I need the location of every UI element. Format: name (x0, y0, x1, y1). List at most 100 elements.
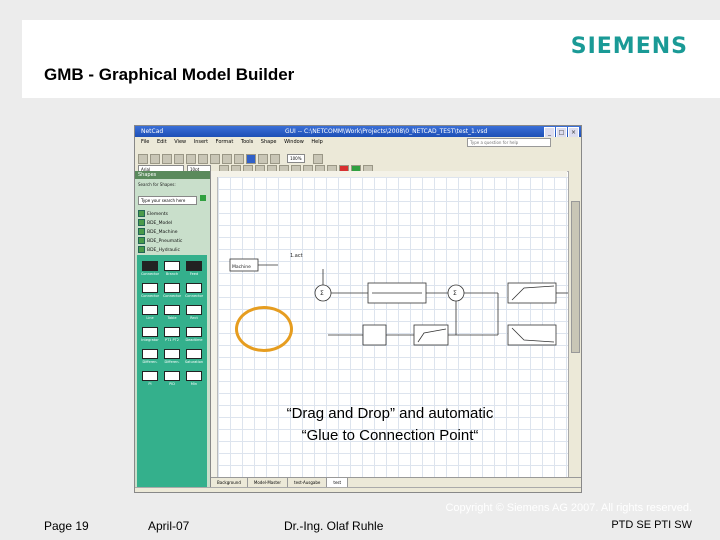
input-block-label: Machine (232, 264, 251, 270)
shape-label: Connector (162, 294, 182, 298)
stencil-label: BDE_Hydraulic (147, 248, 180, 253)
stencil-shape[interactable]: Integrator (140, 327, 160, 343)
shape-icon (164, 349, 180, 359)
stencil-icon (138, 219, 145, 226)
shape-icon (164, 261, 180, 271)
sum-symbol: Σ (320, 290, 324, 297)
stencil-icon (138, 228, 145, 235)
menu-edit[interactable]: Edit (157, 139, 167, 145)
shape-icon (142, 261, 158, 271)
stencil-item[interactable]: BDE_Hydraulic (135, 246, 210, 255)
footer-date: April-07 (148, 519, 190, 533)
shape-label: PT1 PT2 (164, 338, 180, 342)
stencil-shape[interactable]: Differen. (140, 349, 160, 365)
shapes-panel-title: Shapes (135, 171, 210, 179)
document-path: GUI -- C:\NETCOMM\Work\Projects\2008\0_N… (285, 128, 488, 135)
stencil-shape[interactable]: Differen. (162, 349, 182, 365)
stencil-icon (138, 210, 145, 217)
menu-format[interactable]: Format (216, 139, 234, 145)
shape-label: Line (146, 316, 154, 320)
go-search-icon[interactable] (200, 194, 206, 201)
shape-label: Min (190, 382, 198, 386)
scroll-thumb[interactable] (571, 201, 580, 353)
toolbar-row-format: Arial 10pt (138, 159, 375, 175)
shape-label: Connector (184, 294, 204, 298)
stencil-label: BDE_Machine (147, 230, 178, 235)
stencil-item[interactable]: Elements (135, 210, 210, 219)
shape-icon (186, 371, 202, 381)
shape-icon (164, 371, 180, 381)
stencil-shape[interactable]: Deadtime (184, 327, 204, 343)
menu-insert[interactable]: Insert (194, 139, 208, 145)
shape-label: Table (167, 316, 177, 320)
stencil-label: BDE_Model (147, 221, 173, 226)
stencil-shape[interactable]: Min (184, 371, 204, 387)
stencil-shape[interactable]: Table (162, 305, 182, 321)
shape-icon (142, 305, 158, 315)
caption-line-1: “Drag and Drop” and automatic (286, 405, 494, 422)
sum-symbol: Σ (453, 290, 457, 297)
shapes-search-input[interactable]: Type your search here (138, 196, 197, 205)
stencil-item[interactable]: BDE_Machine (135, 228, 210, 237)
menu-file[interactable]: File (141, 139, 149, 145)
toolbar-row-standard: 100% (138, 148, 325, 164)
vertical-scrollbar[interactable] (568, 171, 581, 477)
shape-label: PI (148, 382, 152, 386)
stencil-label: BDE_Pneumatic (147, 239, 183, 244)
menu-view[interactable]: View (174, 139, 186, 145)
stencil-shape[interactable]: Connector (140, 283, 160, 299)
stencil-shape[interactable]: Connector (184, 283, 204, 299)
slide-title: GMB - Graphical Model Builder (44, 65, 295, 84)
stencil-item[interactable]: BDE_Model (135, 219, 210, 228)
dropped-block[interactable] (362, 324, 387, 346)
shapes-search-label: Search for Shapes: (138, 182, 176, 187)
help-search-input[interactable]: Type a question for help (467, 138, 551, 147)
shape-label: Connector (140, 294, 160, 298)
caption-line-2: “Glue to Connection Point“ (301, 427, 479, 444)
shape-label: Branch (165, 272, 179, 276)
shape-icon (164, 305, 180, 315)
shape-icon (142, 327, 158, 337)
stencil-shape[interactable]: PT1 PT2 (162, 327, 182, 343)
menu-tools[interactable]: Tools (241, 139, 253, 145)
diagram-label-top: 1.act (290, 253, 303, 259)
copyright-notice: Copyright © Siemens AG 2007. All rights … (445, 502, 692, 514)
stencil-shapes-grid: Connector Branch Feed Connector Connector Con… (137, 255, 207, 487)
shape-label: Saturation (184, 360, 204, 364)
stencil-shape[interactable]: Line (140, 305, 160, 321)
stencil-shape[interactable]: PI (140, 371, 160, 387)
shapes-panel: Shapes Search for Shapes: Type your sear… (135, 171, 211, 492)
stencil-item[interactable]: BDE_Pneumatic (135, 237, 210, 246)
toolbar: 100% Arial 10pt (135, 147, 581, 175)
stencil-shape[interactable]: Rect (184, 305, 204, 321)
shape-icon (142, 349, 158, 359)
shape-icon (186, 349, 202, 359)
stencil-shape[interactable]: Branch (162, 261, 182, 277)
stencil-shape[interactable]: Saturation (184, 349, 204, 365)
feature-caption: “Drag and Drop” and automatic “Glue to C… (232, 403, 548, 447)
stencil-shape[interactable]: Connector (140, 261, 160, 277)
shape-label: Rect (190, 316, 198, 320)
stencil-shape[interactable]: Feed (184, 261, 204, 277)
shape-label: Connector (140, 272, 160, 276)
shape-icon (164, 283, 180, 293)
shape-label: PID (169, 382, 175, 386)
shape-icon (142, 371, 158, 381)
department: PTD SE PTI SW (611, 519, 692, 531)
page-number: Page 19 (44, 519, 89, 533)
menu-help[interactable]: Help (311, 139, 322, 145)
menu-window[interactable]: Window (284, 139, 304, 145)
menu-shape[interactable]: Shape (261, 139, 277, 145)
stencil-shape[interactable]: PID (162, 371, 182, 387)
window-titlebar: NetCad GUI -- C:\NETCOMM\Work\Projects\2… (135, 126, 581, 138)
shape-label: Differen. (164, 360, 180, 364)
shape-icon (186, 283, 202, 293)
pt1-block[interactable] (413, 324, 449, 346)
stencil-icon (138, 237, 145, 244)
footer-author: Dr.-Ing. Olaf Ruhle (284, 519, 384, 533)
status-bar (135, 487, 581, 492)
highlight-circle (235, 306, 293, 352)
shape-label: Integrator (141, 338, 159, 342)
slide-header: SIEMENS GMB - Graphical Model Builder (22, 20, 720, 98)
stencil-shape[interactable]: Connector (162, 283, 182, 299)
